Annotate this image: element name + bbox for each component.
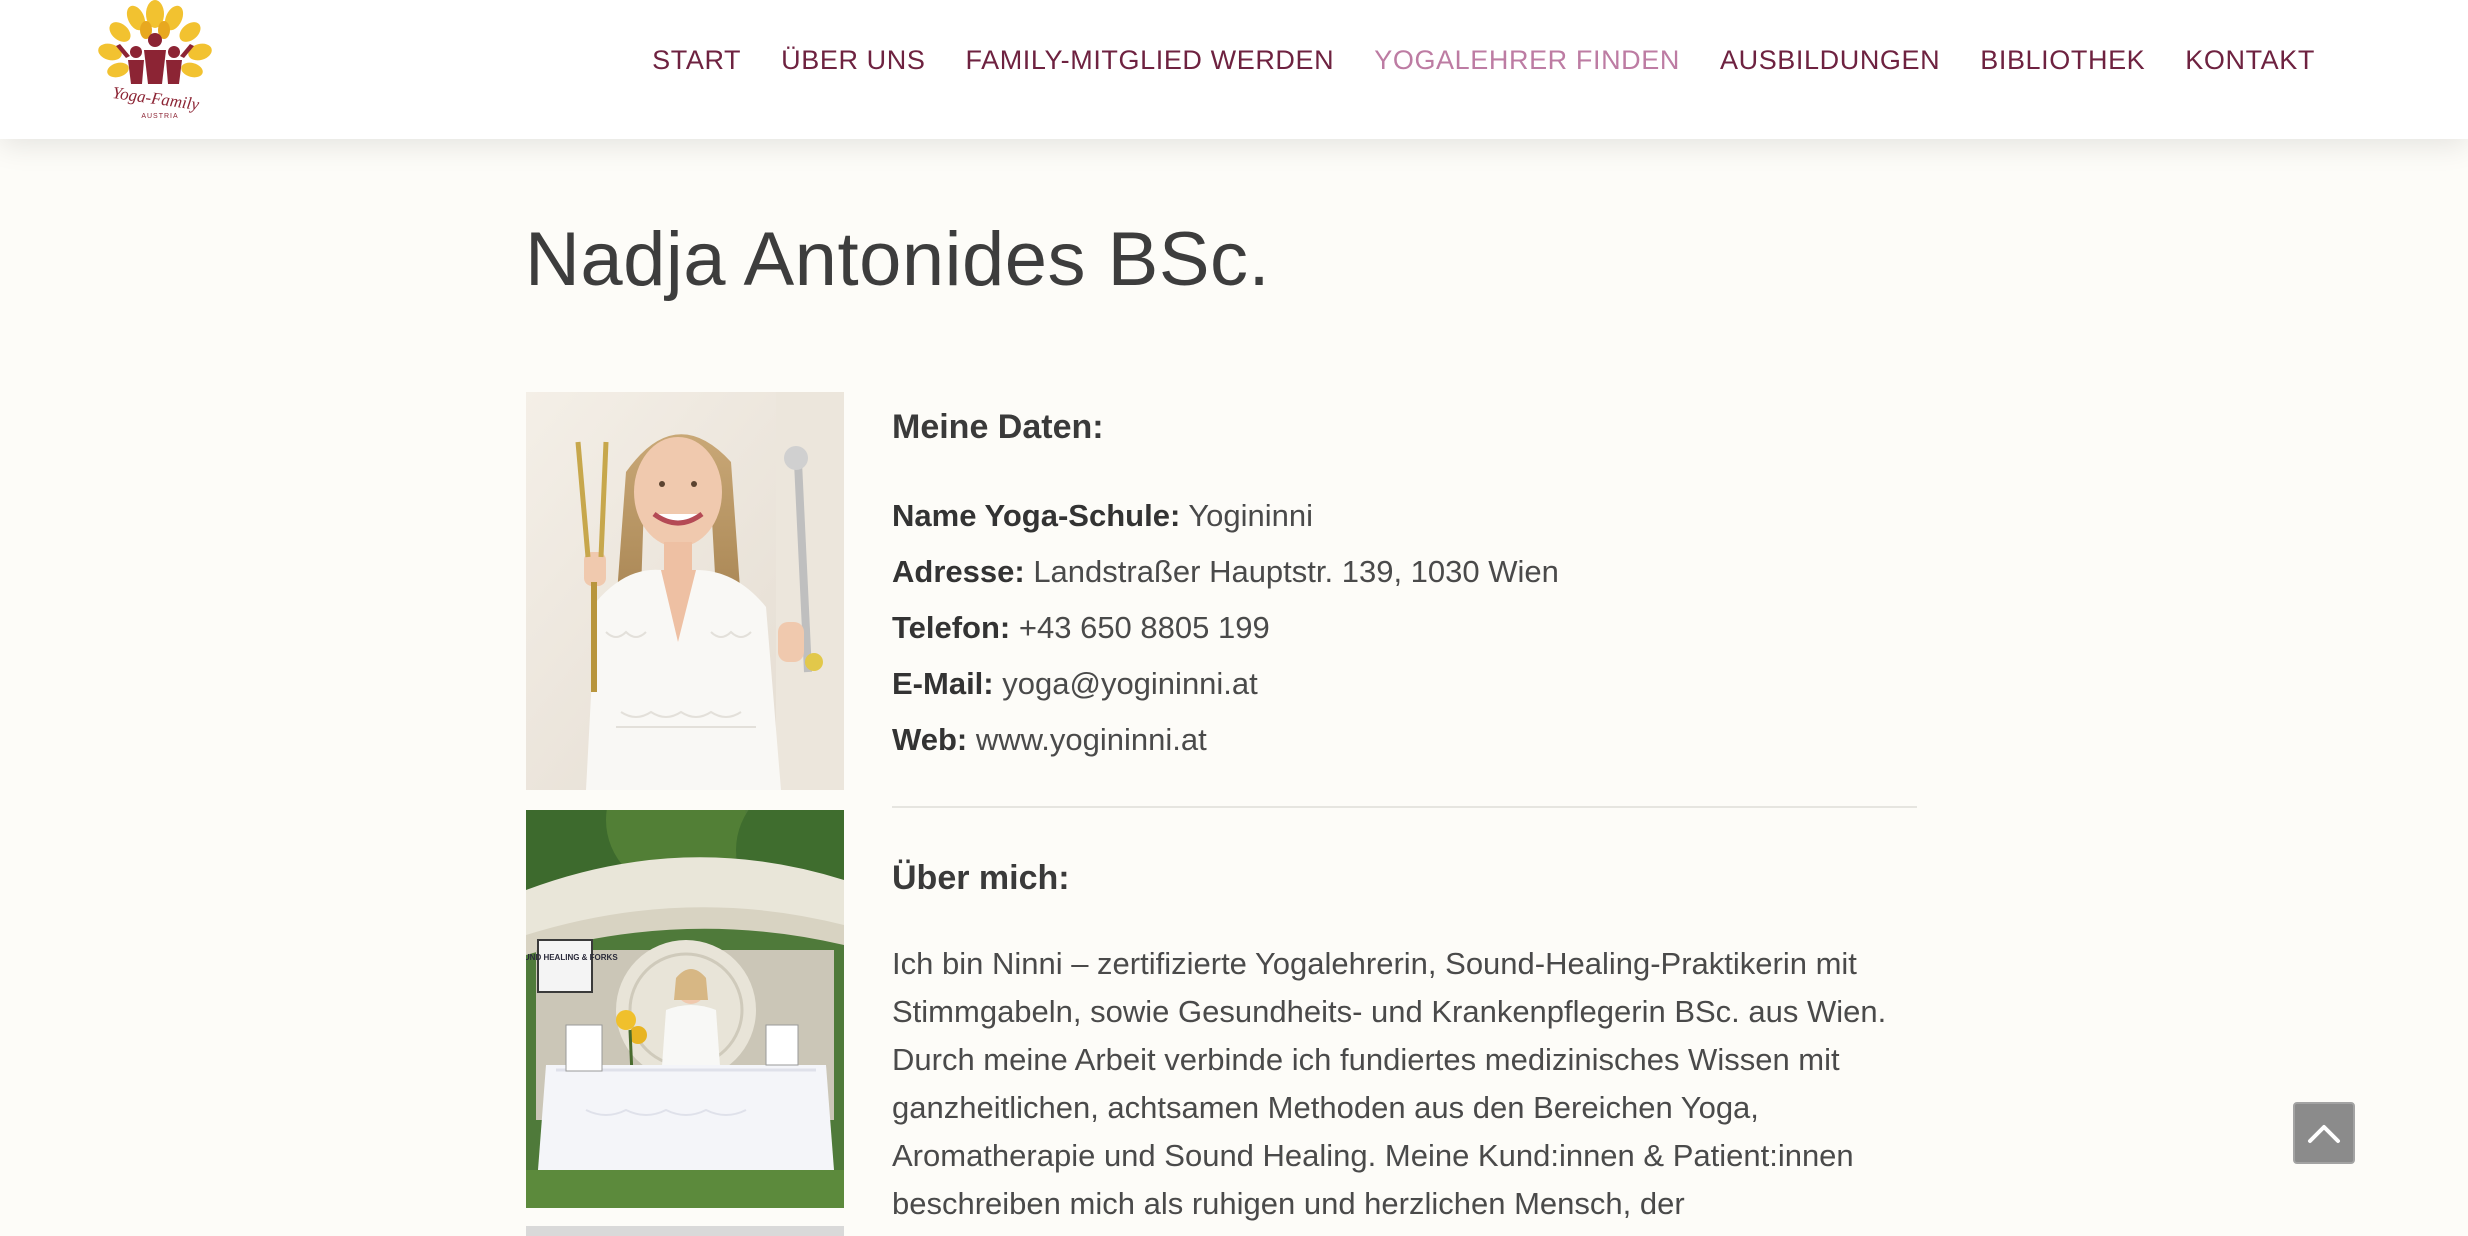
detail-value-web-link[interactable]: www.yogininni.at [976,722,1207,757]
site-logo[interactable]: Yoga-Family AUSTRIA [96,0,214,124]
detail-value-address: Landstraßer Hauptstr. 139, 1030 Wien [1033,554,1559,589]
detail-row-address: Adresse: Landstraßer Hauptstr. 139, 1030… [892,544,1559,600]
chevron-up-icon [2308,1125,2340,1143]
my-data-heading: Meine Daten: [892,408,1104,446]
nav-item-bibliothek[interactable]: BIBLIOTHEK [1960,40,2165,80]
detail-label-web: Web: [892,722,968,757]
profile-photo-third [526,1226,844,1236]
detail-label-school: Name Yoga-Schule: [892,498,1181,533]
nav-item-kontakt[interactable]: KONTAKT [2165,40,2335,80]
nav-item-start[interactable]: START [632,40,761,80]
yoga-family-logo-icon: Yoga-Family AUSTRIA [98,0,212,120]
nav-item-ueber-uns[interactable]: ÜBER UNS [761,40,945,80]
section-divider [892,806,1917,808]
logo-text: Yoga-Family [111,83,200,114]
site-header: Yoga-Family AUSTRIA START ÜBER UNS FAMIL… [0,0,2468,139]
nav-item-family-mitglied-werden[interactable]: FAMILY-MITGLIED WERDEN [945,40,1354,80]
detail-value-email-link[interactable]: yoga@yogininni.at [1002,666,1258,701]
detail-row-email: E-Mail: yoga@yogininni.at [892,656,1559,712]
detail-label-email: E-Mail: [892,666,994,701]
profile-photo-portrait [526,392,844,790]
page-title: Nadja Antonides BSc. [525,217,1271,302]
stand-sign-text: SOUND HEALING & FORKS [526,953,618,962]
my-data-list: Name Yoga-Schule: Yogininni Adresse: Lan… [892,488,1559,768]
scroll-to-top-button[interactable] [2293,1102,2355,1164]
logo-subtext: AUSTRIA [141,113,178,120]
detail-label-address: Adresse: [892,554,1025,589]
nav-item-yogalehrer-finden[interactable]: YOGALEHRER FINDEN [1354,40,1700,80]
main-navigation: START ÜBER UNS FAMILY-MITGLIED WERDEN YO… [632,40,2335,80]
about-text: Ich bin Ninni – zertifizierte Yogalehrer… [892,946,1887,1221]
about-heading: Über mich: [892,859,1070,897]
detail-row-phone: Telefon: +43 650 8805 199 [892,600,1559,656]
nav-item-ausbildungen[interactable]: AUSBILDUNGEN [1700,40,1960,80]
detail-value-school: Yogininni [1188,498,1314,533]
detail-label-phone: Telefon: [892,610,1011,645]
detail-row-web: Web: www.yogininni.at [892,712,1559,768]
detail-value-phone[interactable]: +43 650 8805 199 [1019,610,1270,645]
profile-photo-market-stand: SOUND HEALING & FORKS [526,810,844,1208]
detail-row-school: Name Yoga-Schule: Yogininni [892,488,1559,544]
